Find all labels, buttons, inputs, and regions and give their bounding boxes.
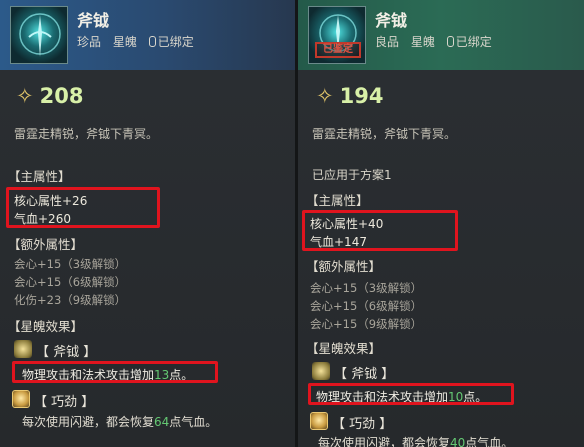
extra-attr-title: 【额外属性】 xyxy=(306,259,382,274)
appraised-stamp: 已鉴定 xyxy=(315,42,361,58)
extra-attr-3: 化伤+23（9级解锁） xyxy=(14,293,127,307)
highlight-box-main-attrs xyxy=(302,210,458,251)
extra-attr-1: 会心+15（3级解锁） xyxy=(310,281,423,295)
item-score: ✧ 194 xyxy=(316,84,384,108)
extra-attr-2: 会心+15（6级解锁） xyxy=(14,275,127,289)
extra-attr-2: 会心+15（6级解锁） xyxy=(310,299,423,313)
lock-bind-icon xyxy=(148,36,156,47)
effect2-text: 每次使用闪避，都会恢复64点气血。 xyxy=(22,415,218,429)
highlight-box-main-attrs xyxy=(6,187,160,228)
lock-bind-icon xyxy=(446,36,454,47)
highlight-box-effect1 xyxy=(308,383,514,405)
bind-status: 已绑定 xyxy=(148,35,194,49)
item-description: 雷霆走精锐，斧钺下青冥。 xyxy=(14,127,159,141)
applied-plan-label: 已应用于方案1 xyxy=(312,168,392,182)
item-description: 雷霆走精锐，斧钺下青冥。 xyxy=(312,127,457,141)
main-attr-title: 【主属性】 xyxy=(8,169,71,184)
item-type: 星魄 xyxy=(410,35,435,49)
highlight-box-effect1 xyxy=(12,361,218,383)
effect-section-title: 【星魄效果】 xyxy=(306,341,382,356)
item-meta: 珍品 星魄 已绑定 xyxy=(77,33,202,50)
item-name: 斧钺 xyxy=(375,11,408,30)
item-meta: 良品 星魄 已绑定 xyxy=(375,33,500,50)
effect1-title: 【 斧钺 】 xyxy=(334,367,395,382)
effect1-title: 【 斧钺 】 xyxy=(36,345,97,360)
extra-attr-title: 【额外属性】 xyxy=(8,237,84,252)
star-rune-icon: ✧ xyxy=(316,84,334,108)
item-icon[interactable] xyxy=(10,6,68,64)
item-tooltip-right: 已鉴定 斧钺 良品 星魄 已绑定 ✧ 194 雷霆走精锐，斧钺下青冥。 已应用于方… xyxy=(298,0,584,447)
star-rune-icon: ✧ xyxy=(16,84,34,108)
effect-section-title: 【星魄效果】 xyxy=(8,319,84,334)
agility-skill-icon xyxy=(310,412,328,430)
main-attr-title: 【主属性】 xyxy=(306,193,369,208)
item-tooltip-left: 斧钺 珍品 星魄 已绑定 ✧ 208 雷霆走精锐，斧钺下青冥。 【主属性】 核心属… xyxy=(0,0,296,447)
item-type: 星魄 xyxy=(112,35,137,49)
item-quality: 珍品 xyxy=(77,35,102,49)
axe-effect-icon xyxy=(14,340,32,358)
effect2-title: 【 巧劲 】 xyxy=(34,395,95,410)
extra-attr-3: 会心+15（9级解锁） xyxy=(310,317,423,331)
item-quality: 良品 xyxy=(375,35,400,49)
star-rune-icon xyxy=(19,13,61,57)
effect2-title: 【 巧劲 】 xyxy=(332,417,393,432)
effect2-text: 每次使用闪避，都会恢复40点气血。 xyxy=(318,436,514,447)
item-name: 斧钺 xyxy=(77,11,110,30)
item-icon[interactable]: 已鉴定 xyxy=(308,6,366,64)
bind-status: 已绑定 xyxy=(446,35,492,49)
item-score: ✧ 208 xyxy=(16,84,84,108)
agility-skill-icon xyxy=(12,390,30,408)
axe-effect-icon xyxy=(312,362,330,380)
extra-attr-1: 会心+15（3级解锁） xyxy=(14,257,127,271)
